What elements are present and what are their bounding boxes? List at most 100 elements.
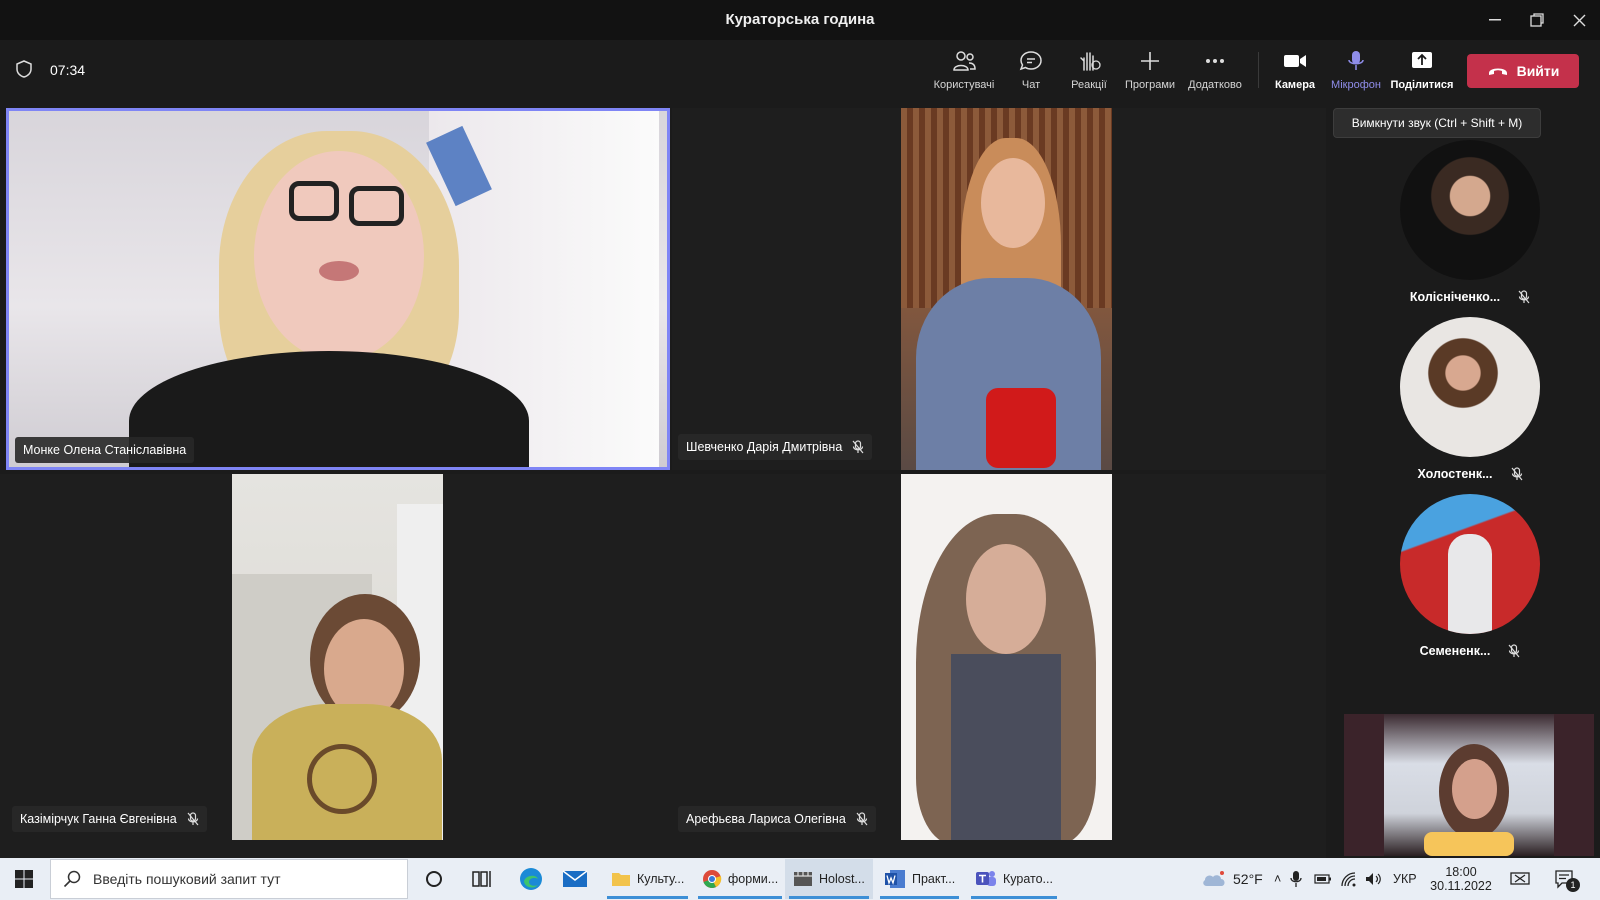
- task-view-button[interactable]: [472, 858, 494, 900]
- participant-tile[interactable]: Казімірчук Ганна Євгенівна: [0, 474, 672, 858]
- speaker-icon: [1366, 873, 1381, 885]
- participant-video: [9, 111, 667, 467]
- participant-video: [232, 474, 443, 840]
- weather-widget[interactable]: 52°F: [1201, 858, 1263, 900]
- participant-avatar: [1400, 494, 1540, 634]
- taskbar-app-label: форми...: [728, 872, 779, 886]
- participant-nameplate: Монке Олена Станіславівна: [15, 437, 195, 463]
- chrome-icon: [703, 870, 722, 888]
- chevron-up-icon: ˄: [1274, 872, 1282, 886]
- windows-logo-icon: [15, 870, 33, 888]
- mail-taskbar-button[interactable]: [562, 858, 588, 900]
- volume-indicator[interactable]: [1364, 858, 1384, 900]
- meeting-timer: 07:34: [50, 62, 86, 78]
- battery-indicator[interactable]: [1314, 858, 1332, 900]
- sidebar-participant[interactable]: Колісніченко...: [1370, 140, 1570, 312]
- participant-name: Семененк...: [1419, 644, 1491, 658]
- participant-nameplate: Арефьєва Лариса Олегівна: [678, 806, 876, 832]
- sidebar-participant[interactable]: Семененк...: [1370, 494, 1570, 666]
- camera-icon: [1284, 55, 1306, 67]
- mic-muted-icon: [1508, 644, 1520, 658]
- cortana-button[interactable]: [424, 858, 444, 900]
- participant-tile[interactable]: Монке Олена Станіславівна: [6, 108, 670, 470]
- taskbar-search[interactable]: Введіть пошуковий запит тут: [50, 859, 408, 899]
- people-icon: [953, 51, 976, 71]
- task-view-icon: [472, 871, 491, 887]
- mic-muted-icon: [856, 812, 868, 826]
- restore-icon: [1530, 13, 1544, 27]
- windows-taskbar: Введіть пошуковий запит тут Культу... фо…: [0, 858, 1600, 900]
- notifications-button[interactable]: 1: [1554, 858, 1580, 900]
- teams-icon: [976, 871, 996, 886]
- mic-muted-icon: [1511, 467, 1522, 481]
- search-placeholder: Введіть пошуковий запит тут: [93, 871, 281, 887]
- participant-name: Казімірчук Ганна Євгенівна: [20, 812, 177, 826]
- mic-muted-icon: [187, 812, 199, 826]
- participant-tile[interactable]: Шевченко Дарія Дмитрівна: [672, 108, 1326, 470]
- restore-button[interactable]: [1522, 7, 1552, 33]
- video-stage: Монке Олена Станіславівна Шевченко Дарія…: [0, 102, 1600, 858]
- shield-icon: [16, 60, 32, 78]
- sidebar-participant[interactable]: Холостенк...: [1370, 317, 1570, 489]
- plus-icon: [1141, 52, 1159, 70]
- participant-video: [901, 108, 1112, 470]
- reactions-label: Реакції: [1071, 79, 1107, 91]
- minimize-icon: [1489, 19, 1501, 21]
- notification-count-badge: 1: [1566, 878, 1580, 892]
- clock-time: 18:00: [1445, 865, 1477, 879]
- participant-nameplate: Казімірчук Ганна Євгенівна: [12, 806, 207, 832]
- share-button[interactable]: Поділитися: [1389, 50, 1455, 96]
- taskbar-app-teams[interactable]: Курато...: [967, 859, 1061, 899]
- participant-video: [901, 474, 1112, 840]
- more-button[interactable]: Додатково: [1182, 50, 1248, 96]
- more-dots-icon: [1206, 59, 1224, 63]
- close-button[interactable]: [1564, 7, 1594, 33]
- participant-avatar: [1400, 317, 1540, 457]
- participant-avatar: [1400, 140, 1540, 280]
- clock[interactable]: 18:00 30.11.2022: [1430, 858, 1492, 900]
- language-indicator[interactable]: УКР: [1393, 858, 1417, 900]
- mic-button[interactable]: Мікрофон: [1323, 50, 1389, 96]
- close-icon: [1573, 14, 1585, 26]
- mic-label: Мікрофон: [1331, 79, 1381, 91]
- participant-tile[interactable]: Арефьєва Лариса Олегівна: [672, 474, 1326, 858]
- chat-label: Чат: [1021, 79, 1041, 91]
- apps-button[interactable]: Програми: [1117, 50, 1183, 96]
- tray-mic-button[interactable]: [1290, 858, 1302, 900]
- leave-label: Вийти: [1516, 63, 1560, 79]
- mail-icon: [562, 870, 588, 887]
- participant-nameplate: Шевченко Дарія Дмитрівна: [678, 434, 873, 460]
- more-label: Додатково: [1188, 79, 1242, 91]
- edge-taskbar-button[interactable]: [518, 858, 544, 900]
- participant-name: Холостенк...: [1417, 467, 1493, 481]
- people-button[interactable]: Користувачі: [931, 50, 997, 96]
- participant-name: Арефьєва Лариса Олегівна: [686, 812, 846, 826]
- mic-muted-icon: [1518, 290, 1530, 304]
- taskbar-app-label: Практ...: [912, 872, 956, 886]
- tray-overflow-button[interactable]: ˄: [1274, 858, 1281, 900]
- chat-icon: [1019, 51, 1042, 71]
- taskbar-app-word[interactable]: Практ...: [876, 859, 963, 899]
- taskbar-app-chrome[interactable]: форми...: [694, 859, 786, 899]
- phone-hangup-icon: [1488, 68, 1507, 75]
- network-indicator[interactable]: [1340, 858, 1358, 900]
- camera-button[interactable]: Камера: [1262, 50, 1328, 96]
- reactions-button[interactable]: Реакції: [1056, 50, 1122, 96]
- sidebar-participant-name-row: Колісніченко...: [1370, 290, 1570, 304]
- taskbar-app-explorer[interactable]: Культу...: [603, 859, 692, 899]
- desktop-pc-button[interactable]: [1510, 858, 1530, 900]
- self-view-video[interactable]: [1344, 714, 1594, 856]
- taskbar-app-video-editor[interactable]: Holost...: [785, 859, 873, 899]
- clock-date: 30.11.2022: [1430, 879, 1492, 893]
- word-icon: [885, 870, 905, 888]
- microphone-icon: [1290, 871, 1302, 887]
- participant-name: Шевченко Дарія Дмитрівна: [686, 440, 843, 454]
- leave-button[interactable]: Вийти: [1467, 54, 1579, 88]
- edge-icon: [520, 868, 542, 890]
- wifi-icon: [1341, 872, 1356, 887]
- participant-name: Колісніченко...: [1409, 290, 1501, 304]
- minimize-button[interactable]: [1480, 7, 1510, 33]
- chat-button[interactable]: Чат: [998, 50, 1064, 96]
- start-button[interactable]: [14, 858, 34, 900]
- mic-muted-icon: [852, 440, 864, 454]
